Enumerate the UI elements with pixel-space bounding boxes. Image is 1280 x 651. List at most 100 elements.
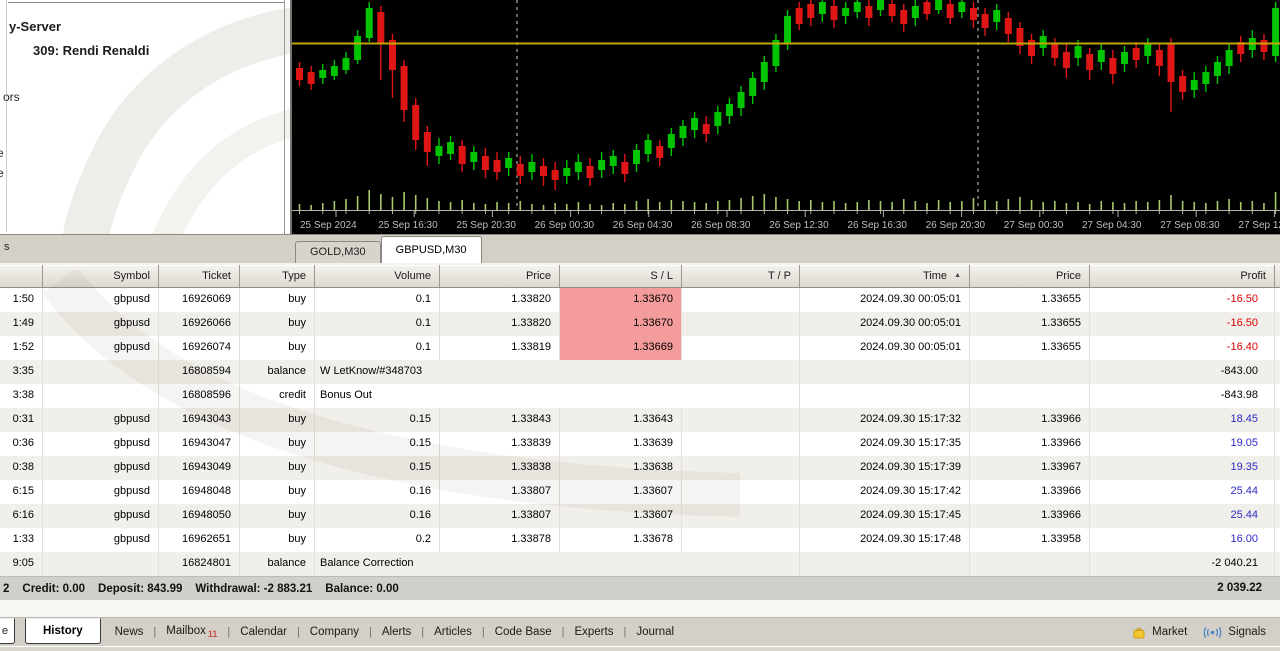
cell-time: 2024.09.30 15:17:45	[800, 504, 970, 528]
svg-text:27 Sep 12:30: 27 Sep 12:30	[1238, 220, 1280, 231]
cell-stop-loss: 1.33670	[560, 312, 682, 336]
cell-volume: 0.1	[315, 336, 440, 360]
navigator-tab-fragment[interactable]: s	[4, 241, 10, 253]
cell-take-profit	[682, 456, 800, 480]
cell-stop-loss: 1.33607	[560, 504, 682, 528]
column-header-price[interactable]: Price	[970, 265, 1090, 287]
cell-time-fragment: 6:16	[0, 504, 43, 528]
cell-symbol	[43, 360, 159, 384]
column-header-time[interactable]	[0, 265, 43, 287]
toolbox-tabs: News | Mailbox 11 | Calendar | Company | Alerts | A…	[105, 625, 684, 639]
column-header-symbol[interactable]: Symbol	[43, 265, 159, 287]
market-label[interactable]: Market	[1152, 626, 1187, 638]
history-row[interactable]: 3:35 16808594 balance W LetKnow/#348703 -843…	[0, 360, 1280, 384]
tab-fragment[interactable]: e	[0, 618, 15, 644]
cell-time: 2024.09.30 00:05:01	[800, 312, 970, 336]
cell-profit: -2 040.21	[1090, 552, 1275, 576]
column-header-profit[interactable]: Profit	[1090, 265, 1275, 287]
cell-time	[800, 360, 970, 384]
cell-ticket: 16962651	[159, 528, 240, 552]
history-row[interactable]: 6:15 gbpusd 16948048 buy 0.16 1.33807 1.33607 2…	[0, 480, 1280, 504]
column-header-ticket[interactable]: Ticket	[159, 265, 240, 287]
history-row[interactable]: 0:36 gbpusd 16943047 buy 0.15 1.33839 1.33639 2…	[0, 432, 1280, 456]
tab-news[interactable]: News	[105, 626, 154, 638]
summary-total: 2 039.22	[1217, 582, 1262, 594]
chart-tab-strip: s GOLD,M30 GBPUSD,M30	[0, 234, 1280, 263]
column-header-price[interactable]: Price	[440, 265, 560, 287]
tab-calendar[interactable]: Calendar	[230, 626, 297, 638]
svg-text:26 Sep 16:30: 26 Sep 16:30	[847, 220, 907, 231]
tab-journal[interactable]: Journal	[626, 626, 684, 638]
cell-profit: 19.35	[1090, 456, 1275, 480]
svg-text:26 Sep 04:30: 26 Sep 04:30	[613, 220, 673, 231]
signals-icon[interactable]	[1203, 626, 1222, 639]
cell-price-close: 1.33655	[970, 312, 1090, 336]
history-row[interactable]: 1:50 gbpusd 16926069 buy 0.1 1.33820 1.33670 20…	[0, 288, 1280, 312]
cell-volume: 0.16	[315, 504, 440, 528]
cell-time: 2024.09.30 15:17:35	[800, 432, 970, 456]
cell-profit: 19.05	[1090, 432, 1275, 456]
tab-alerts[interactable]: Alerts	[372, 626, 421, 638]
tab-history[interactable]: History	[25, 618, 101, 644]
cell-price-open: 1.33807	[440, 504, 560, 528]
chart-tab-gold[interactable]: GOLD,M30	[295, 241, 381, 263]
status-bar	[0, 646, 1280, 651]
column-header-type[interactable]: Type	[240, 265, 315, 287]
market-bag-icon[interactable]	[1132, 625, 1146, 639]
summary-item: Credit: 0.00	[22, 582, 86, 595]
column-header-volume[interactable]: Volume	[315, 265, 440, 287]
history-row[interactable]: 3:38 16808596 credit Bonus Out -843.98	[0, 384, 1280, 408]
cell-take-profit	[682, 432, 800, 456]
candlestick-chart[interactable]: 25 Sep 2024 25 Sep 16:30 25 Sep 20:30 26 Se…	[292, 0, 1280, 234]
cell-take-profit	[682, 336, 800, 360]
toolbox-tabbar: e History News | Mailbox 11 | Calendar | Compan…	[0, 617, 1280, 646]
cell-type: buy	[240, 504, 315, 528]
panel-left-border	[6, 0, 7, 232]
tab-experts[interactable]: Experts	[564, 626, 623, 638]
cell-time: 2024.09.30 15:17:42	[800, 480, 970, 504]
cell-time-fragment: 1:52	[0, 336, 43, 360]
history-row[interactable]: 0:31 gbpusd 16943043 buy 0.15 1.33843 1.33643 2…	[0, 408, 1280, 432]
cell-time-fragment: 3:35	[0, 360, 43, 384]
history-row[interactable]: 6:16 gbpusd 16948050 buy 0.16 1.33807 1.33607 2…	[0, 504, 1280, 528]
server-tree-item[interactable]: y-Server	[9, 19, 61, 34]
history-row[interactable]: 0:38 gbpusd 16943049 buy 0.15 1.33838 1.33638 2…	[0, 456, 1280, 480]
cell-profit: -843.98	[1090, 384, 1275, 408]
cell-profit: 25.44	[1090, 504, 1275, 528]
svg-text:26 Sep 08:30: 26 Sep 08:30	[691, 220, 751, 231]
cell-profit: -843.00	[1090, 360, 1275, 384]
chart-area[interactable]: 25 Sep 2024 25 Sep 16:30 25 Sep 20:30 26 Se…	[290, 0, 1280, 234]
tab-articles[interactable]: Articles	[424, 626, 482, 638]
signals-label[interactable]: Signals	[1228, 626, 1266, 638]
chart-tab-gbpusd[interactable]: GBPUSD,M30	[380, 236, 482, 263]
tree-item-fragment[interactable]: ors	[3, 90, 20, 104]
history-row[interactable]: 9:05 16824801 balance Balance Correction -2 …	[0, 552, 1280, 576]
tab-code-base[interactable]: Code Base	[485, 626, 562, 638]
summary-fragment: 2	[3, 582, 10, 595]
cell-profit: 18.45	[1090, 408, 1275, 432]
terminal-window: y-Server 309: Rendi Renaldi ors e e 25 S…	[0, 0, 1280, 651]
history-row[interactable]: 1:52 gbpusd 16926074 buy 0.1 1.33819 1.33669 20…	[0, 336, 1280, 360]
svg-text:25 Sep 20:30: 25 Sep 20:30	[456, 220, 516, 231]
mailbox-unread-badge: 11	[207, 629, 218, 639]
cell-price-close: 1.33967	[970, 456, 1090, 480]
cell-stop-loss: 1.33643	[560, 408, 682, 432]
cell-price-close: 1.33966	[970, 504, 1090, 528]
column-header-time[interactable]: Time ▲	[800, 265, 970, 287]
column-header-sl[interactable]: S / L	[560, 265, 682, 287]
svg-text:27 Sep 00:30: 27 Sep 00:30	[1004, 220, 1064, 231]
cell-type: buy	[240, 408, 315, 432]
cell-take-profit	[682, 312, 800, 336]
column-header-tp[interactable]: T / P	[682, 265, 800, 287]
history-row[interactable]: 1:49 gbpusd 16926066 buy 0.1 1.33820 1.33670 20…	[0, 312, 1280, 336]
cell-price-open: 1.33820	[440, 312, 560, 336]
cell-volume: 0.2	[315, 528, 440, 552]
cell-type: credit	[240, 384, 315, 408]
history-row[interactable]: 1:33 gbpusd 16962651 buy 0.2 1.33878 1.33678 20…	[0, 528, 1280, 552]
account-tree-item[interactable]: 309: Rendi Renaldi	[33, 43, 149, 58]
tab-company[interactable]: Company	[300, 626, 369, 638]
cell-ticket: 16808594	[159, 360, 240, 384]
cell-time	[800, 552, 970, 576]
tab-mailbox[interactable]: Mailbox 11	[156, 625, 227, 639]
cell-time-fragment: 0:38	[0, 456, 43, 480]
